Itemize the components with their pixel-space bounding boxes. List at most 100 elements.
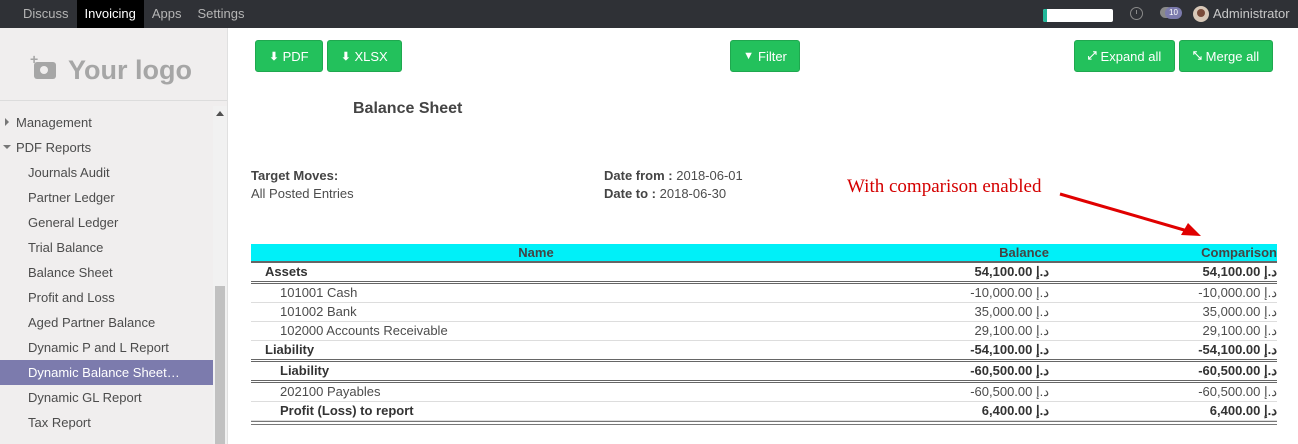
table-header: Name Balance Comparison — [251, 244, 1277, 263]
sidebar-item[interactable]: Partner Ledger — [0, 185, 213, 210]
sidebar-item-label: PDF Reports — [16, 140, 92, 155]
menu-apps[interactable]: Apps — [144, 0, 190, 28]
sidebar-item[interactable]: Tax Report — [0, 410, 213, 435]
progress-fill — [1043, 9, 1047, 22]
cell-balance: 6,400.00 د.إ — [981, 403, 1049, 418]
table-row[interactable]: Profit (Loss) to report 6,400.00 د.إ 6,400… — [251, 402, 1277, 421]
cell-name: 202100 Payables — [280, 384, 381, 399]
activity-clock-icon[interactable] — [1130, 7, 1143, 20]
menu-discuss[interactable]: Discuss — [15, 0, 77, 28]
sidebar-item[interactable]: Balance Sheet — [0, 260, 213, 285]
sidebar-item-label: Trial Balance — [28, 240, 104, 255]
sidebar-item-label: Tax Report — [28, 415, 91, 430]
table-row[interactable]: 202100 Payables -60,500.00 د.إ -60,500.00 … — [251, 383, 1277, 402]
xlsx-label: XLSX — [354, 48, 388, 64]
cell-comparison: 6,400.00 د.إ — [1209, 403, 1277, 418]
cell-comparison: -60,500.00 د.إ — [1198, 363, 1277, 378]
comparison-annotation: With comparison enabled — [847, 176, 1042, 197]
cell-comparison: -10,000.00 د.إ — [1198, 285, 1277, 300]
expand-all-button[interactable]: ⤢ Expand all — [1074, 40, 1175, 72]
loading-progress-bar — [1043, 9, 1113, 22]
download-icon: ⬇ — [269, 50, 279, 63]
xlsx-button[interactable]: ⬇ XLSX — [327, 40, 402, 72]
table-row[interactable]: Liability -54,100.00 د.إ -54,100.00 د.إ — [251, 341, 1277, 362]
scroll-up-arrow-icon[interactable] — [216, 111, 224, 116]
table-row[interactable]: Liability -60,500.00 د.إ -60,500.00 د.إ — [251, 362, 1277, 383]
sidebar-item-label: Partner Ledger — [28, 190, 115, 205]
cell-name: Profit (Loss) to report — [280, 403, 414, 418]
sidebar-item-label: Dynamic Balance Sheet… — [28, 365, 180, 380]
date-to: Date to : 2018-06-30 — [604, 186, 727, 201]
sidebar-item-label: Journals Audit — [28, 165, 110, 180]
compress-icon: ⤡ — [1192, 49, 1202, 62]
logo-text: Your logo — [68, 54, 192, 85]
sidebar-item[interactable]: Management — [0, 110, 213, 135]
cell-comparison: -60,500.00 د.إ — [1198, 384, 1277, 399]
sidebar-item[interactable]: Profit and Loss — [0, 285, 213, 310]
user-menu[interactable]: Administrator — [1213, 0, 1290, 28]
sidebar-item[interactable]: Journals Audit — [0, 160, 213, 185]
table-row[interactable]: 101002 Bank 35,000.00 د.إ 35,000.00 د.إ — [251, 303, 1277, 322]
sidebar-item[interactable]: General Ledger — [0, 210, 213, 235]
sidebar-item[interactable]: Dynamic GL Report — [0, 385, 213, 410]
sidebar: Your logo Management PDF Reports Journals … — [0, 28, 228, 444]
cell-comparison: 35,000.00 د.إ — [1202, 304, 1277, 319]
cell-balance: 35,000.00 د.إ — [974, 304, 1049, 319]
messages-count-badge: 10 — [1165, 7, 1182, 19]
user-avatar[interactable] — [1193, 6, 1209, 22]
cell-name: Assets — [265, 264, 308, 279]
merge-all-label: Merge all — [1205, 48, 1260, 64]
sidebar-item-label: Dynamic P and L Report — [28, 340, 169, 355]
caret-down-icon — [3, 145, 11, 149]
filter-label: Filter — [758, 48, 787, 64]
sidebar-item[interactable]: Dynamic Balance Sheet… — [0, 360, 213, 385]
sidebar-item[interactable]: PDF Reports — [0, 135, 213, 160]
cell-balance: -60,500.00 د.إ — [970, 363, 1049, 378]
pdf-button[interactable]: ⬇ PDF — [255, 40, 323, 72]
menu-invoicing[interactable]: Invoicing — [76, 0, 144, 28]
target-moves-value: All Posted Entries — [251, 186, 354, 201]
sidebar-item-label: Balance Sheet — [28, 265, 113, 280]
sidebar-item[interactable]: Trial Balance — [0, 235, 213, 260]
annotation-arrow-icon — [1059, 192, 1201, 236]
download-icon: ⬇ — [341, 50, 351, 63]
report-content: ⬇ PDF ⬇ XLSX ▼ Filter ⤢ Expand all ⤡ Merge al… — [229, 28, 1298, 444]
cell-comparison: 54,100.00 د.إ — [1202, 264, 1277, 279]
cell-comparison: -54,100.00 د.إ — [1198, 342, 1277, 357]
table-body: Assets 54,100.00 د.إ 54,100.00 د.إ 101001 C… — [251, 263, 1277, 421]
target-moves-label: Target Moves: — [251, 168, 339, 183]
column-balance: Balance — [999, 245, 1049, 260]
top-menu: Discuss Invoicing Apps Settings — [15, 0, 252, 28]
table-row[interactable]: 101001 Cash -10,000.00 د.إ -10,000.00 د.إ — [251, 284, 1277, 303]
merge-all-button[interactable]: ⤡ Merge all — [1179, 40, 1273, 72]
sidebar-menu: Management PDF Reports Journals Audit Partn… — [0, 110, 213, 435]
filter-icon: ▼ — [743, 50, 754, 62]
menu-settings[interactable]: Settings — [189, 0, 252, 28]
sidebar-divider — [0, 100, 227, 101]
cell-comparison: 29,100.00 د.إ — [1202, 323, 1277, 338]
sidebar-item[interactable]: Dynamic P and L Report — [0, 335, 213, 360]
table-row[interactable]: 102000 Accounts Receivable 29,100.00 د.إ 2… — [251, 322, 1277, 341]
cell-balance: 29,100.00 د.إ — [974, 323, 1049, 338]
top-navbar: Discuss Invoicing Apps Settings 10 Admin… — [0, 0, 1298, 28]
sidebar-item-label: Aged Partner Balance — [28, 315, 156, 330]
sidebar-item[interactable]: Aged Partner Balance — [0, 310, 213, 335]
table-row[interactable]: Assets 54,100.00 د.إ 54,100.00 د.إ — [251, 263, 1277, 284]
filter-button[interactable]: ▼ Filter — [730, 40, 800, 72]
scrollbar-thumb[interactable] — [215, 286, 225, 444]
column-comparison: Comparison — [1201, 245, 1277, 260]
column-name: Name — [518, 245, 554, 260]
cell-balance: 54,100.00 د.إ — [974, 264, 1049, 279]
cell-balance: -54,100.00 د.إ — [970, 342, 1049, 357]
cell-name: 102000 Accounts Receivable — [280, 323, 448, 338]
sidebar-item-label: Dynamic GL Report — [28, 390, 142, 405]
cell-name: Liability — [280, 363, 330, 378]
report-title: Balance Sheet — [353, 100, 463, 117]
sidebar-scrollbar[interactable] — [213, 106, 227, 444]
table-footer-rule — [251, 421, 1277, 425]
cell-balance: -10,000.00 د.إ — [970, 285, 1049, 300]
company-logo[interactable]: Your logo — [30, 51, 192, 88]
sidebar-item-label: Management — [16, 115, 92, 130]
sidebar-item-label: Profit and Loss — [28, 290, 115, 305]
cell-name: 101002 Bank — [280, 304, 357, 319]
